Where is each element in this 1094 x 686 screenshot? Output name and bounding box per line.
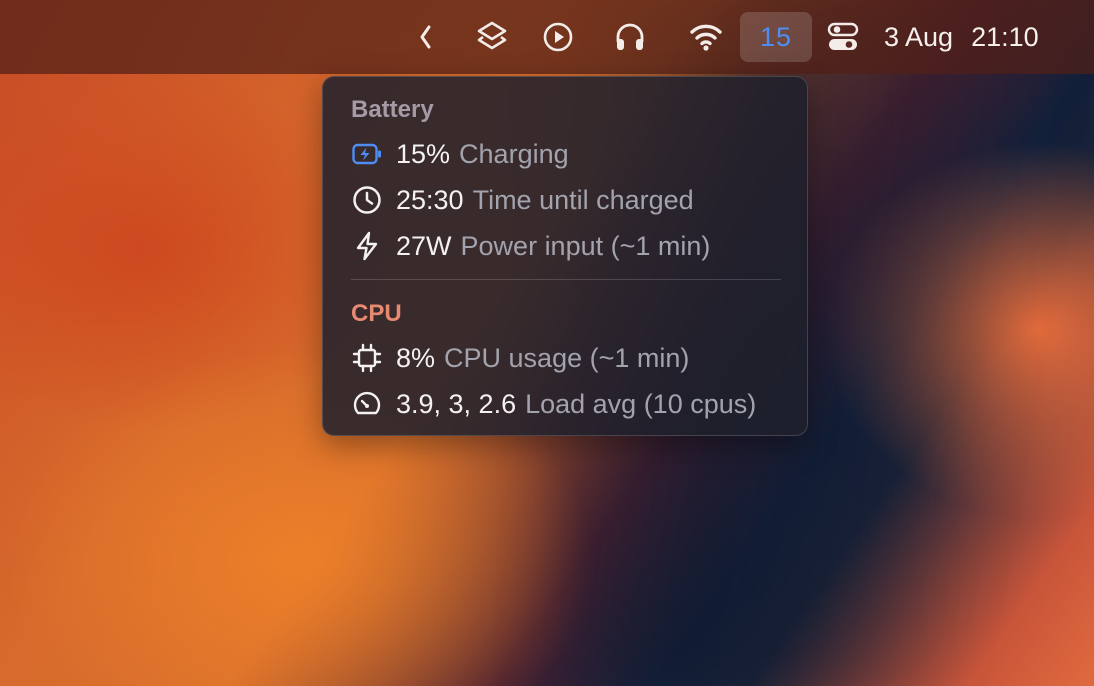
menu-date: 3 Aug [884,21,954,52]
menu-bar: 15 3 Aug 21:10 [0,0,1094,74]
battery-section-title: Battery [351,96,434,123]
battery-status-row: 15% Charging [351,136,569,172]
battery-menu-badge[interactable]: 15 [740,12,812,62]
power-input-label: Power input (~1 min) [460,230,711,261]
cpu-chip-icon [351,342,383,374]
battery-status-label: Charging [459,138,569,169]
load-average-label: Load avg (10 cpus) [525,388,757,419]
power-input-value: 27W [396,230,452,261]
layers-icon[interactable] [468,12,516,62]
cpu-usage-row: 8% CPU usage (~1 min) [351,340,689,376]
time-until-charged-label: Time until charged [472,184,694,215]
clock-icon [351,184,383,216]
chevron-left-icon[interactable] [404,12,448,62]
time-until-charged-row: 25:30 Time until charged [351,182,694,218]
cpu-usage-label: CPU usage (~1 min) [444,342,690,373]
battery-percent-badge: 15 [759,21,793,52]
headphones-icon[interactable] [606,12,654,62]
load-average-row: 3.9, 3, 2.6 Load avg (10 cpus) [351,386,756,422]
cpu-usage-value: 8% [396,342,436,373]
load-average-value: 3.9, 3, 2.6 [396,388,517,419]
menu-time: 21:10 [971,21,1039,52]
control-center-icon[interactable] [820,12,866,62]
menu-clock[interactable]: 3 Aug 21:10 [884,12,1070,62]
gauge-icon [351,388,383,420]
wifi-icon[interactable] [682,12,730,62]
battery-percent-value: 15% [396,138,451,169]
section-divider [351,279,781,280]
play-circle-icon[interactable] [534,12,582,62]
time-until-charged-value: 25:30 [396,184,464,215]
cpu-section-title: CPU [351,300,402,327]
stats-popover: Battery 15% Charging 25:30 Time until ch… [322,76,808,436]
battery-charging-icon [351,138,383,170]
power-input-row: 27W Power input (~1 min) [351,228,710,264]
bolt-icon [351,230,383,262]
